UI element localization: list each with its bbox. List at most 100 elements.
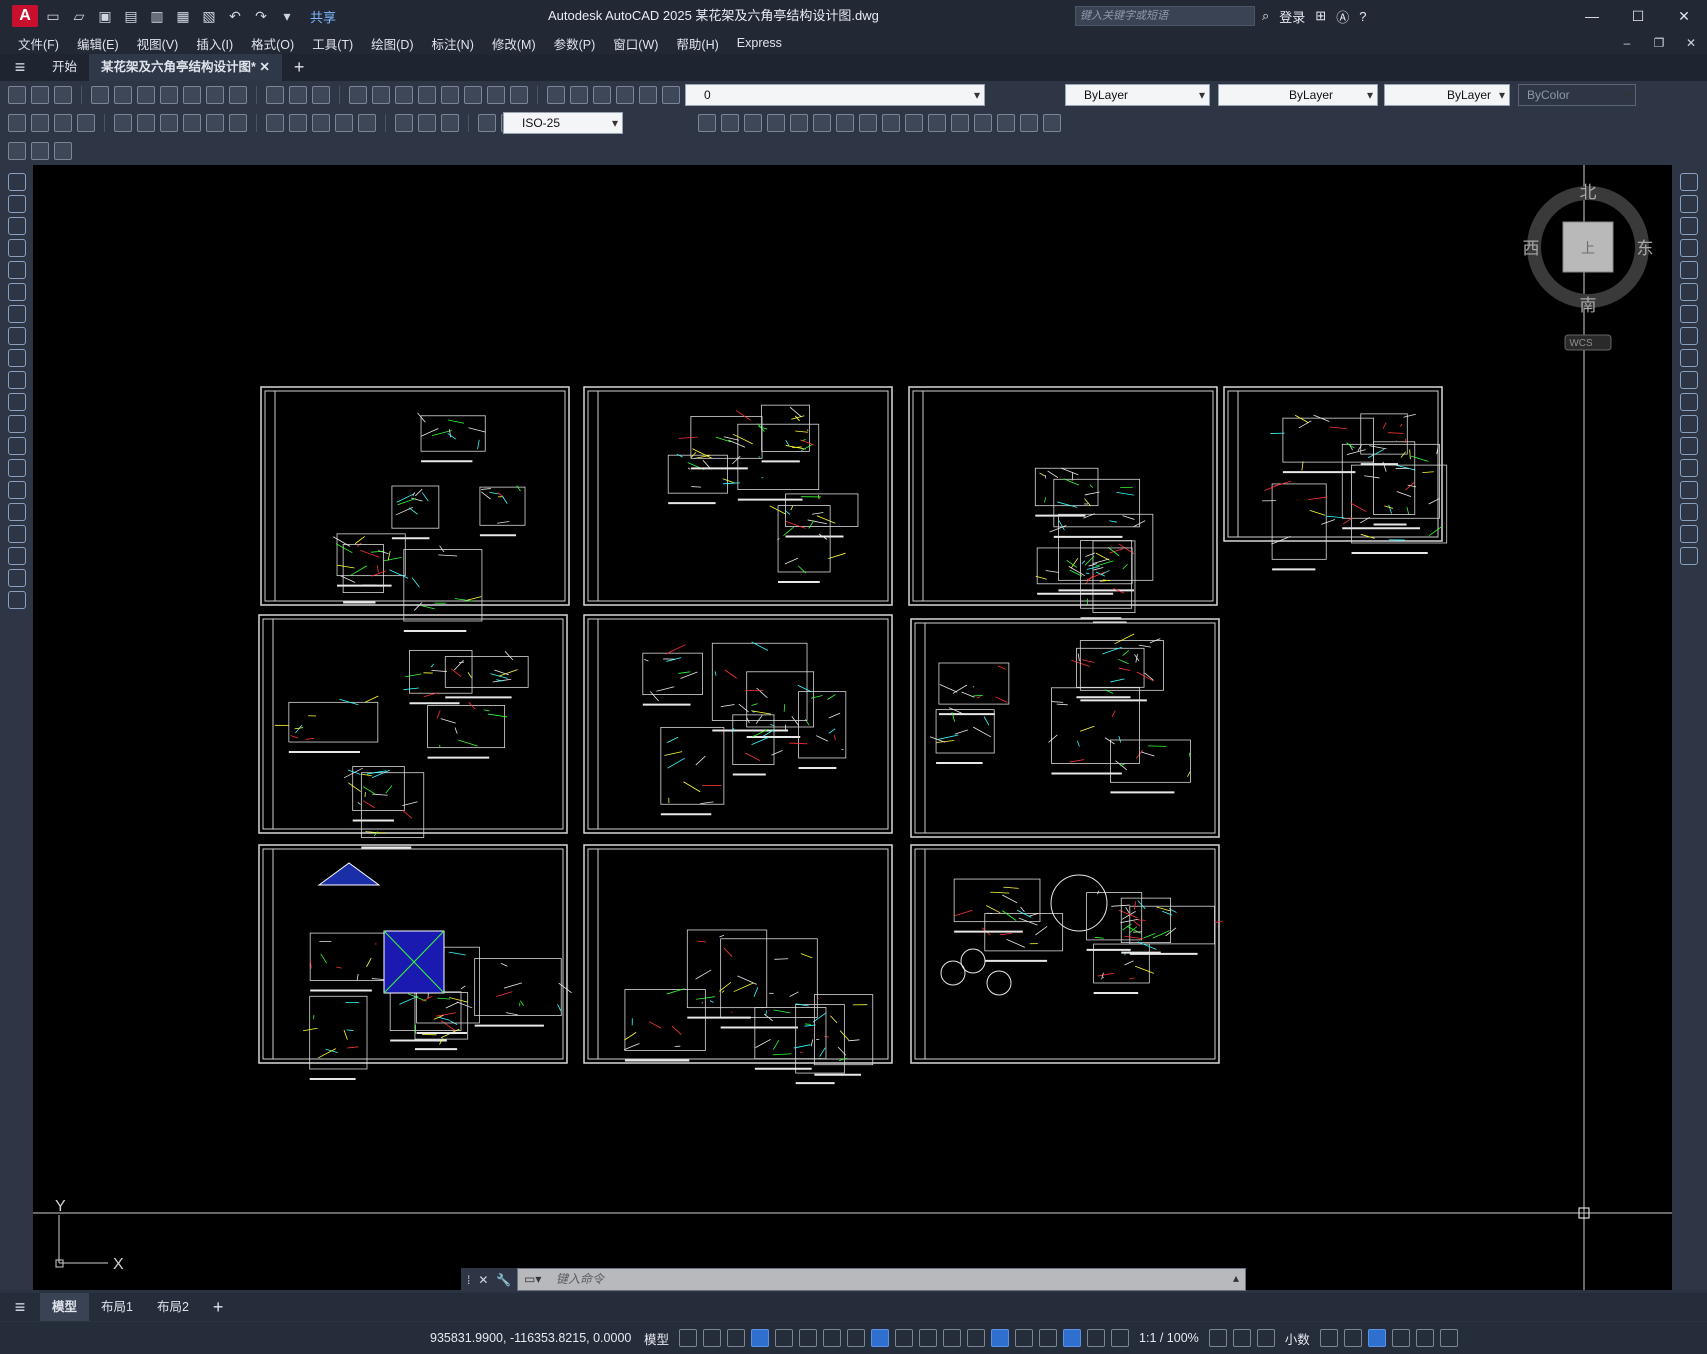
modify-tool-icon[interactable] bbox=[1680, 261, 1698, 279]
modify-tool-icon[interactable] bbox=[1680, 305, 1698, 323]
quick-properties-icon[interactable] bbox=[1319, 1329, 1338, 1347]
modify-tool-icon[interactable] bbox=[1680, 349, 1698, 367]
polar-icon[interactable] bbox=[799, 1329, 818, 1347]
isolate-objects-icon[interactable] bbox=[1367, 1329, 1386, 1347]
share-button[interactable]: 共享 bbox=[310, 7, 336, 26]
snap-icon[interactable] bbox=[703, 1329, 722, 1347]
dimension-tool-icon[interactable] bbox=[183, 114, 201, 132]
drawing-sheet[interactable] bbox=[910, 844, 1223, 1064]
tool-icon[interactable] bbox=[593, 86, 611, 104]
publish-icon[interactable]: ▥ bbox=[148, 7, 166, 25]
tool-icon[interactable] bbox=[289, 86, 307, 104]
tool-icon[interactable] bbox=[91, 86, 109, 104]
tool-icon[interactable] bbox=[662, 86, 680, 104]
command-line[interactable]: ▭▾ 键入命令 ▴ bbox=[517, 1268, 1246, 1291]
drawing-sheet[interactable] bbox=[1223, 386, 1448, 571]
dimstyle-dropdown[interactable]: ISO-25 bbox=[503, 112, 623, 134]
gizmo-icon[interactable] bbox=[1039, 1329, 1058, 1347]
lock-ui-icon[interactable] bbox=[1343, 1329, 1362, 1347]
draw-tool-icon[interactable] bbox=[8, 261, 26, 279]
undo-icon[interactable]: ↶ bbox=[226, 7, 244, 25]
menu-icon[interactable]: ≡ bbox=[0, 57, 40, 78]
modify-tool-icon[interactable] bbox=[1680, 393, 1698, 411]
dimension-tool-icon[interactable] bbox=[31, 114, 49, 132]
drawing-sheet[interactable] bbox=[260, 386, 570, 632]
autocad-logo-icon[interactable]: A bbox=[12, 5, 38, 27]
modify-tool-icon[interactable] bbox=[1680, 547, 1698, 565]
tool-icon[interactable] bbox=[137, 86, 155, 104]
redo-icon[interactable]: ↷ bbox=[252, 7, 270, 25]
lineweight-icon[interactable] bbox=[895, 1329, 914, 1347]
menu-item[interactable]: 窗口(W) bbox=[613, 34, 658, 53]
tab-layout2[interactable]: 布局2 bbox=[145, 1293, 201, 1321]
view-tool-icon[interactable] bbox=[1043, 114, 1061, 132]
color-dropdown[interactable]: ByLayer bbox=[1065, 84, 1210, 106]
dimension-tool-icon[interactable] bbox=[114, 114, 132, 132]
menu-item[interactable]: 绘图(D) bbox=[371, 34, 413, 53]
draw-tool-icon[interactable] bbox=[8, 591, 26, 609]
menu-item[interactable]: 参数(P) bbox=[554, 34, 596, 53]
plot-icon[interactable]: ▧ bbox=[200, 7, 218, 25]
modify-tool-icon[interactable] bbox=[1680, 217, 1698, 235]
layer-dropdown[interactable]: 0 bbox=[685, 84, 985, 106]
new-icon[interactable]: ▭ bbox=[44, 7, 62, 25]
command-input[interactable]: 键入命令 bbox=[556, 1269, 604, 1290]
modify-tool-icon[interactable] bbox=[1680, 283, 1698, 301]
drawing-sheet[interactable] bbox=[908, 386, 1218, 624]
dynamic-input-icon[interactable] bbox=[751, 1329, 770, 1347]
grip-icon[interactable]: ⁞ bbox=[467, 1273, 470, 1287]
selection-filter-icon[interactable] bbox=[1015, 1329, 1034, 1347]
tool-icon[interactable] bbox=[312, 86, 330, 104]
export-icon[interactable]: ▦ bbox=[174, 7, 192, 25]
dimension-tool-icon[interactable] bbox=[418, 114, 436, 132]
dimension-tool-icon[interactable] bbox=[441, 114, 459, 132]
viewcube[interactable]: 上 北 南 东 西 WCS bbox=[1523, 183, 1654, 351]
plotstyle-dropdown[interactable]: ByColor bbox=[1518, 84, 1636, 106]
draw-tool-icon[interactable] bbox=[8, 503, 26, 521]
maximize-button[interactable]: ☐ bbox=[1615, 0, 1661, 32]
model-space-button[interactable]: 模型 bbox=[644, 1329, 669, 1348]
tool-icon[interactable] bbox=[349, 86, 367, 104]
ortho-icon[interactable] bbox=[775, 1329, 794, 1347]
help-icon[interactable]: ? bbox=[1359, 9, 1366, 24]
dimension-tool-icon[interactable] bbox=[137, 114, 155, 132]
tab-document[interactable]: 某花架及六角亭结构设计图* ✕ bbox=[89, 54, 282, 81]
dimension-tool-icon[interactable] bbox=[77, 114, 95, 132]
command-prompt-icon[interactable]: ▭▾ bbox=[524, 1272, 541, 1286]
tool-icon[interactable] bbox=[547, 86, 565, 104]
draw-tool-icon[interactable] bbox=[8, 239, 26, 257]
view-tool-icon[interactable] bbox=[905, 114, 923, 132]
view-tool-icon[interactable] bbox=[951, 114, 969, 132]
draw-tool-icon[interactable] bbox=[8, 459, 26, 477]
draw-tool-icon[interactable] bbox=[8, 305, 26, 323]
modify-tool-icon[interactable] bbox=[1680, 437, 1698, 455]
units-value[interactable]: 小数 bbox=[1285, 1329, 1310, 1348]
view-tool-icon[interactable] bbox=[790, 114, 808, 132]
annotation-scale-icon[interactable] bbox=[1111, 1329, 1130, 1347]
tool-icon[interactable] bbox=[372, 86, 390, 104]
layout-menu-icon[interactable]: ≡ bbox=[0, 1297, 40, 1318]
tool-icon[interactable] bbox=[160, 86, 178, 104]
menu-item[interactable]: Express bbox=[737, 36, 782, 50]
tool-icon[interactable] bbox=[639, 86, 657, 104]
tool-icon[interactable] bbox=[54, 142, 72, 160]
isodraft-icon[interactable] bbox=[823, 1329, 842, 1347]
tool-icon[interactable] bbox=[229, 86, 247, 104]
clean-screen-icon[interactable] bbox=[1415, 1329, 1434, 1347]
draw-tool-icon[interactable] bbox=[8, 569, 26, 587]
tool-icon[interactable] bbox=[510, 86, 528, 104]
draw-tool-icon[interactable] bbox=[8, 547, 26, 565]
viewcube-face[interactable]: 上 bbox=[1581, 241, 1595, 257]
customize-icon[interactable]: ▾ bbox=[278, 7, 296, 25]
dimension-tool-icon[interactable] bbox=[160, 114, 178, 132]
close-icon[interactable]: ✕ bbox=[478, 1273, 488, 1287]
annotation-visibility-icon[interactable] bbox=[1063, 1329, 1082, 1347]
doc-restore-button[interactable]: ❐ bbox=[1643, 32, 1675, 54]
tab-start[interactable]: 开始 bbox=[40, 54, 89, 81]
menu-item[interactable]: 插入(I) bbox=[196, 34, 233, 53]
menu-item[interactable]: 格式(O) bbox=[251, 34, 294, 53]
infer-icon[interactable] bbox=[727, 1329, 746, 1347]
doc-close-button[interactable]: ✕ bbox=[1675, 32, 1707, 54]
modify-tool-icon[interactable] bbox=[1680, 173, 1698, 191]
dimension-tool-icon[interactable] bbox=[312, 114, 330, 132]
